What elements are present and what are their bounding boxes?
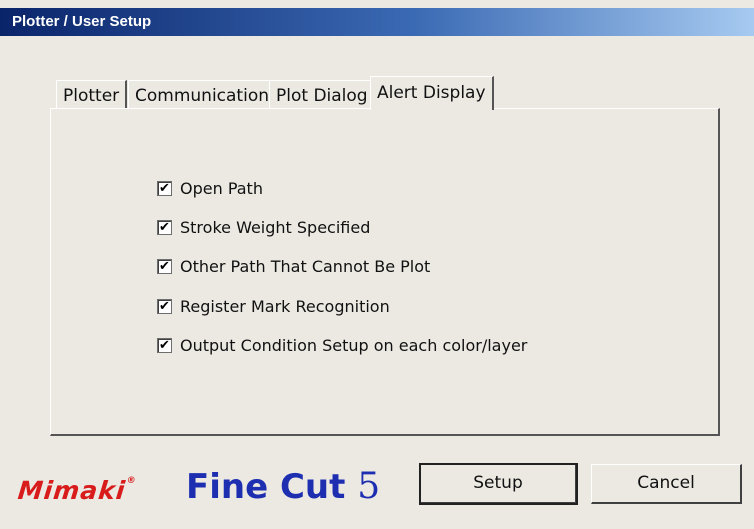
plotter-user-setup-dialog: Plotter / User Setup Plotter Communicati… [0,0,754,529]
checkbox[interactable]: ✔ [157,337,172,353]
checkbox-label: Open Path [180,178,263,198]
checkbox-label: Stroke Weight Specified [180,217,371,237]
checkbox[interactable]: ✔ [157,298,172,314]
checkbox[interactable]: ✔ [157,219,172,235]
checkbox-label: Output Condition Setup on each color/lay… [180,335,528,355]
setup-button[interactable]: Setup [419,463,578,505]
finecut-logo: Fine Cut 5 [186,466,380,507]
checkbox-label: Other Path That Cannot Be Plot [180,256,431,276]
window-title: Plotter / User Setup [12,13,152,30]
checkbox[interactable]: ✔ [157,180,172,196]
checkbox-label: Register Mark Recognition [180,296,390,316]
product-name: Fine Cut [186,467,346,507]
other-path-option[interactable]: ✔ Other Path That Cannot Be Plot [157,255,430,277]
tab-label: Alert Display [377,83,486,103]
tab-alert-display[interactable]: Alert Display [370,76,494,110]
stroke-weight-option[interactable]: ✔ Stroke Weight Specified [157,216,370,238]
cancel-button[interactable]: Cancel [591,464,742,504]
checkbox[interactable]: ✔ [157,258,172,274]
button-label: Cancel [637,473,695,493]
alert-display-panel: ✔ Open Path ✔ Stroke Weight Specified ✔ … [50,108,720,436]
button-label: Setup [473,473,523,493]
tab-plotter[interactable]: Plotter [56,80,128,110]
tab-label: Plotter [63,86,120,106]
mimaki-logo: Mimaki® [16,476,138,505]
tab-label: Plot Dialog [276,86,368,106]
product-version: 5 [357,466,381,507]
open-path-option[interactable]: ✔ Open Path [157,177,263,199]
mimaki-wordmark: Mimaki [16,476,128,505]
tab-label: Communication [135,86,269,106]
output-condition-option[interactable]: ✔ Output Condition Setup on each color/l… [157,334,527,356]
title-bar: Plotter / User Setup [0,8,754,36]
tab-plot-dialog[interactable]: Plot Dialog [269,80,376,110]
tab-communication[interactable]: Communication [128,80,277,110]
register-mark-option[interactable]: ✔ Register Mark Recognition [157,295,390,317]
